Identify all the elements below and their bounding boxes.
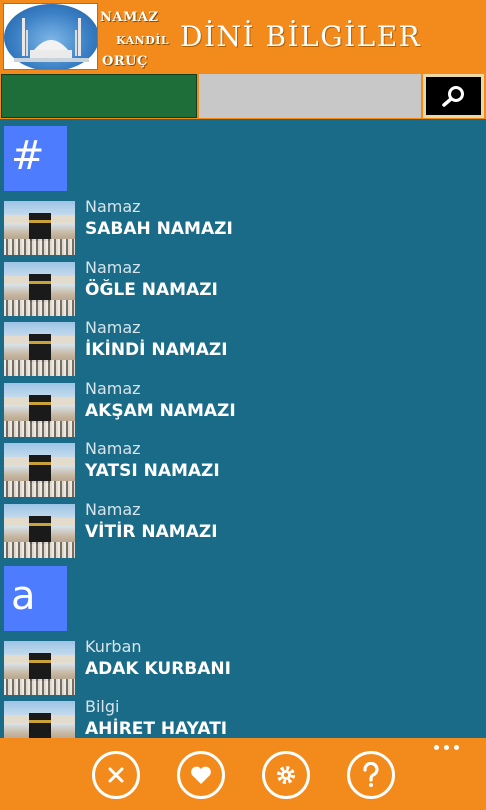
item-title: SABAH NAMAZI xyxy=(85,219,233,239)
app-logo xyxy=(3,3,98,70)
item-title: YATSI NAMAZI xyxy=(85,461,220,481)
item-title: VİTİR NAMAZI xyxy=(85,522,218,542)
more-icon-dot xyxy=(434,745,439,750)
kaaba-thumbnail xyxy=(4,641,75,695)
kaaba-thumbnail xyxy=(4,504,75,558)
kaaba-thumbnail xyxy=(4,701,75,738)
app-header: NAMAZ KANDİL ORUÇ DİNİ BİLGİLER xyxy=(0,0,486,73)
list-item[interactable]: Namaz YATSI NAMAZI xyxy=(0,439,486,497)
item-title: İKİNDİ NAMAZI xyxy=(85,340,228,360)
help-button[interactable] xyxy=(347,751,395,799)
app-title: DİNİ BİLGİLER xyxy=(180,20,422,53)
item-category: Kurban xyxy=(85,637,142,656)
search-button[interactable] xyxy=(423,74,484,118)
search-input[interactable] xyxy=(199,74,421,118)
group-header-a[interactable]: a xyxy=(4,566,67,631)
item-title: ÖĞLE NAMAZI xyxy=(85,280,218,300)
group-header-hash[interactable]: # xyxy=(4,126,67,191)
item-category: Namaz xyxy=(85,379,141,398)
search-icon xyxy=(441,86,464,107)
filter-tab[interactable] xyxy=(1,74,197,118)
help-icon xyxy=(363,762,379,787)
more-icon-dot xyxy=(454,745,459,750)
list-item[interactable]: Bilgi AHİRET HAYATI xyxy=(0,697,486,738)
close-button[interactable] xyxy=(92,751,140,799)
item-category: Namaz xyxy=(85,500,141,519)
kaaba-thumbnail xyxy=(4,443,75,497)
app-bar xyxy=(0,738,486,810)
kaaba-thumbnail xyxy=(4,201,75,255)
list-item[interactable]: Namaz İKİNDİ NAMAZI xyxy=(0,318,486,376)
item-category: Namaz xyxy=(85,318,141,337)
more-button[interactable] xyxy=(434,742,464,752)
item-category: Namaz xyxy=(85,197,141,216)
logo-words: NAMAZ KANDİL ORUÇ xyxy=(100,4,180,70)
topic-list[interactable]: # Namaz SABAH NAMAZI Namaz ÖĞLE NAMAZI N… xyxy=(0,121,486,738)
favorite-button[interactable] xyxy=(177,751,225,799)
gear-icon xyxy=(277,766,295,784)
item-title: AKŞAM NAMAZI xyxy=(85,401,236,421)
logo-word-oruc: ORUÇ xyxy=(102,54,148,69)
kaaba-thumbnail xyxy=(4,383,75,437)
logo-word-kandil: KANDİL xyxy=(116,34,170,47)
list-item[interactable]: Namaz SABAH NAMAZI xyxy=(0,197,486,255)
list-item[interactable]: Namaz ÖĞLE NAMAZI xyxy=(0,258,486,316)
list-item[interactable]: Namaz AKŞAM NAMAZI xyxy=(0,379,486,437)
close-icon xyxy=(108,767,124,783)
kaaba-thumbnail xyxy=(4,322,75,376)
settings-button[interactable] xyxy=(262,751,310,799)
item-category: Bilgi xyxy=(85,697,120,716)
item-category: Namaz xyxy=(85,258,141,277)
logo-word-namaz: NAMAZ xyxy=(100,10,159,25)
list-item[interactable]: Namaz VİTİR NAMAZI xyxy=(0,500,486,558)
kaaba-thumbnail xyxy=(4,262,75,316)
item-category: Namaz xyxy=(85,439,141,458)
item-title: AHİRET HAYATI xyxy=(85,719,228,738)
more-icon-dot xyxy=(444,745,449,750)
list-item[interactable]: Kurban ADAK KURBANI xyxy=(0,637,486,695)
heart-icon xyxy=(191,766,211,784)
mosque-icon xyxy=(14,18,89,62)
item-title: ADAK KURBANI xyxy=(85,659,231,679)
